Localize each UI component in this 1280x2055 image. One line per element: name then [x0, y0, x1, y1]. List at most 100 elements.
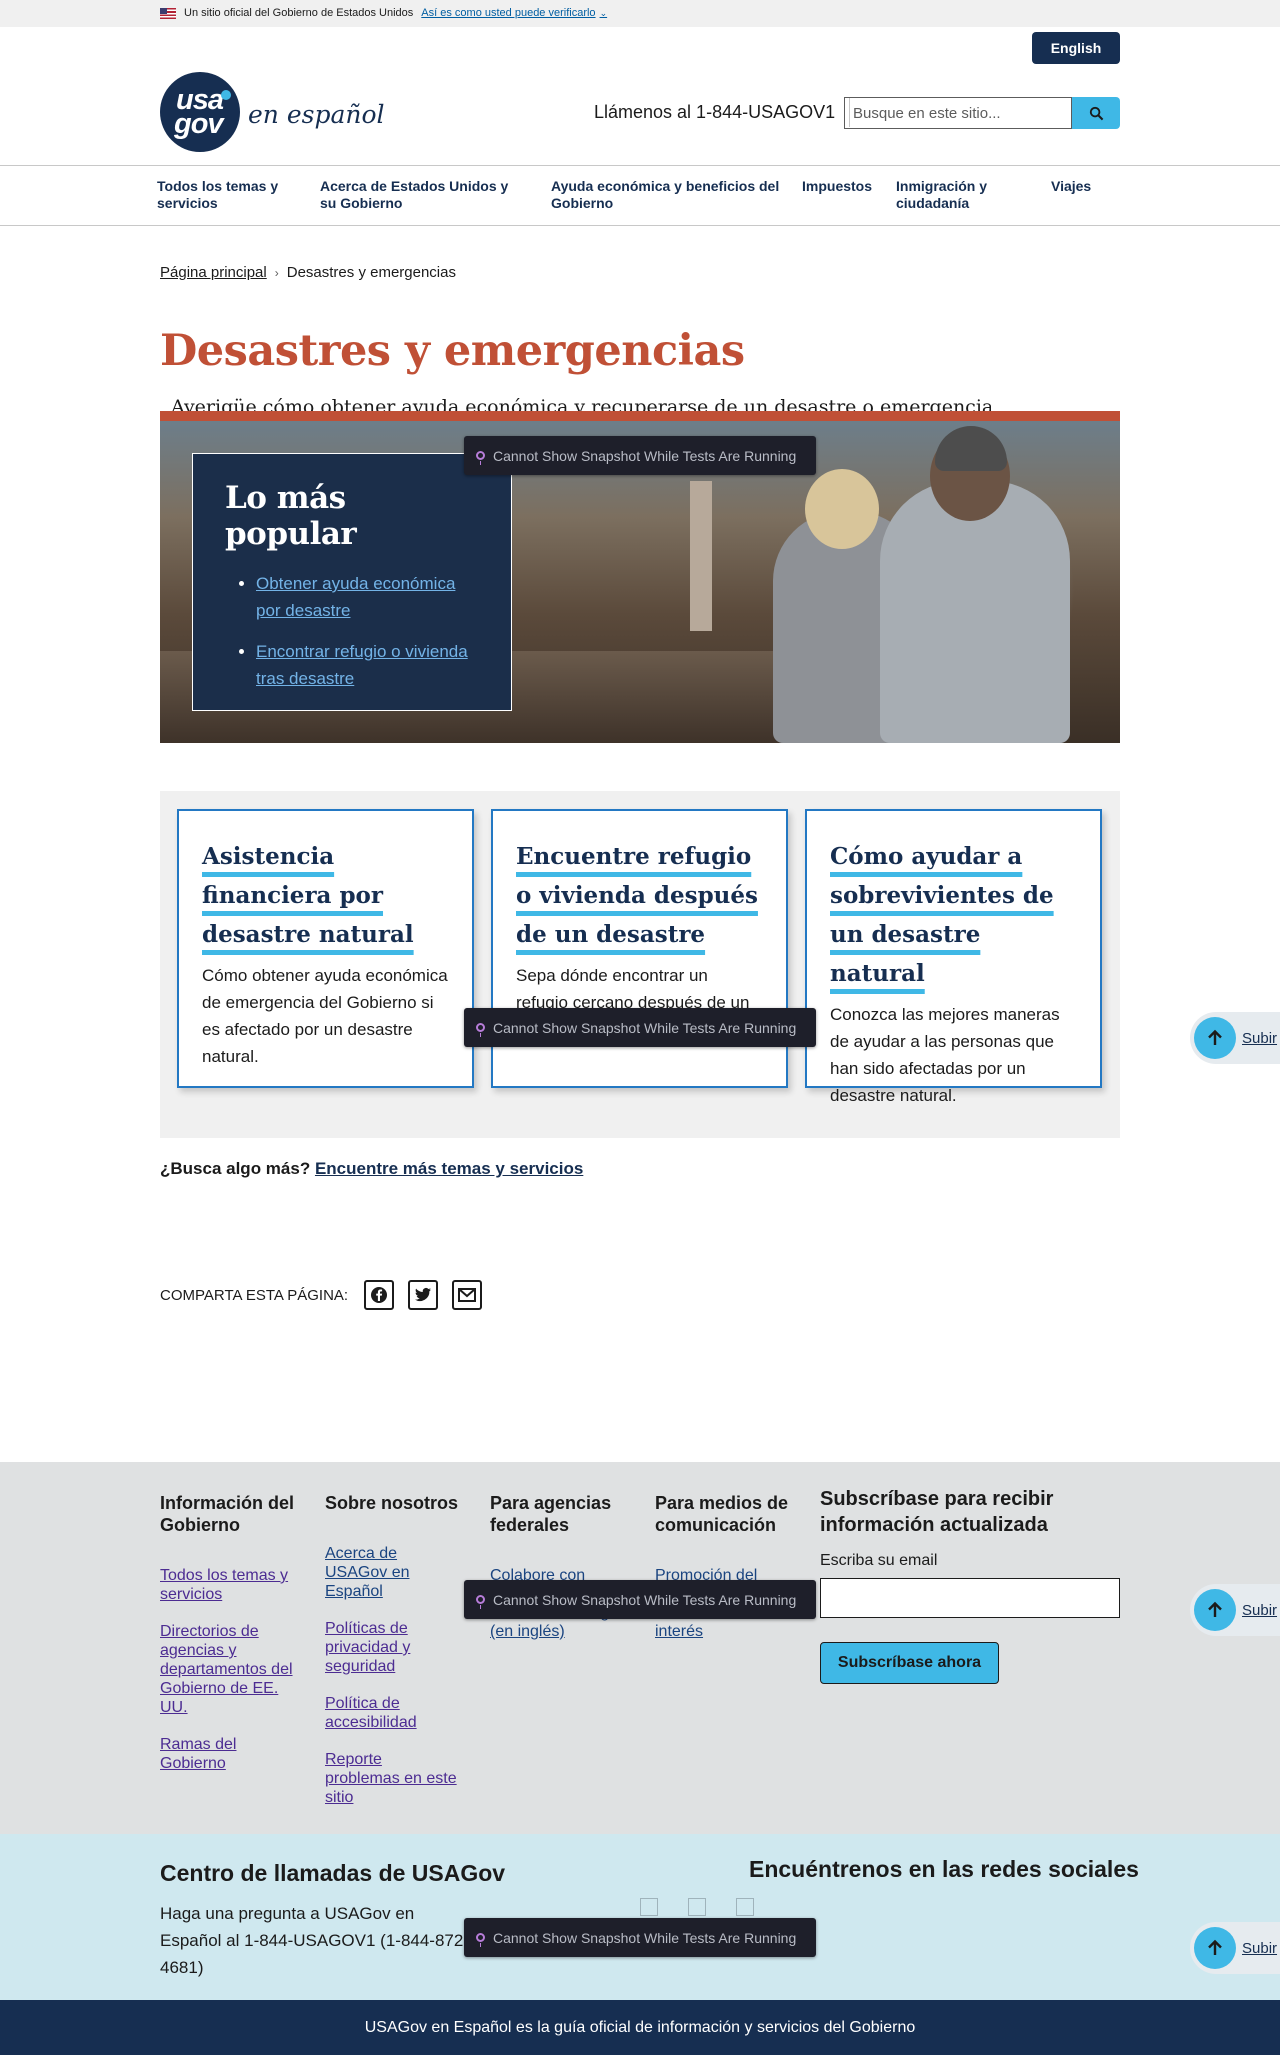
facebook-share-button[interactable]: [364, 1280, 395, 1310]
social-title: Encuéntrenos en las redes sociales: [749, 1856, 1139, 1882]
footer-link[interactable]: Ramas del Gobierno: [160, 1735, 295, 1773]
nav-item-taxes[interactable]: Impuestos: [802, 178, 892, 195]
back-to-top-button[interactable]: Subir: [1190, 1922, 1280, 1974]
twitter-icon[interactable]: [688, 1898, 706, 1916]
share-label: COMPARTA ESTA PÁGINA:: [160, 1286, 349, 1304]
email-share-button[interactable]: [452, 1280, 483, 1310]
breadcrumb-home-link[interactable]: Página principal: [160, 264, 267, 281]
twitter-share-button[interactable]: [408, 1280, 439, 1310]
call-center-section: Centro de llamadas de USAGov Haga una pr…: [0, 1834, 1280, 2000]
most-popular-box: Lo más popular Obtener ayuda económica p…: [192, 453, 512, 711]
footer-link[interactable]: Reporte problemas en este sitio: [325, 1750, 460, 1807]
pin-icon: [476, 1595, 485, 1609]
popular-link-shelter[interactable]: Encontrar refugio o vivienda tras desast…: [256, 642, 468, 688]
list-item: Encontrar refugio o vivienda tras desast…: [256, 638, 479, 692]
most-popular-title: Lo más popular: [225, 480, 357, 552]
pin-icon: [476, 1023, 485, 1037]
pin-icon: [476, 1933, 485, 1947]
footer-heading: Para medios de comunicación: [655, 1493, 789, 1535]
card-title[interactable]: Encuentre refugio o vivienda después de …: [516, 843, 758, 948]
breadcrumb-current: Desastres y emergencias: [286, 264, 456, 281]
arrow-up-icon: [1194, 1017, 1236, 1059]
accent-bar: [160, 411, 1120, 421]
footer-heading: Información del Gobierno: [160, 1493, 295, 1535]
call-center-title: Centro de llamadas de USAGov: [160, 1860, 506, 1886]
more-question: ¿Busca algo más?: [160, 1159, 311, 1178]
official-site-text: Un sitio oficial del Gobierno de Estados…: [184, 7, 414, 19]
usagov-logo[interactable]: usa gov en español: [160, 72, 385, 152]
back-to-top-button[interactable]: Subir: [1190, 1584, 1280, 1636]
footer-link[interactable]: Todos los temas y servicios: [160, 1566, 295, 1604]
site-header: English usa gov en español Llámenos al 1…: [0, 27, 1280, 166]
snapshot-toast: Cannot Show Snapshot While Tests Are Run…: [464, 1580, 816, 1619]
email-label: Escriba su email: [820, 1552, 938, 1569]
footer-link[interactable]: Acerca de USAGov en Español: [325, 1544, 460, 1601]
list-item: Obtener ayuda económica por desastre: [256, 570, 479, 624]
nav-item-immigration[interactable]: Inmigración y ciudadanía: [896, 178, 996, 212]
card-help-survivors[interactable]: Cómo ayudar a sobrevivientes de un desas…: [805, 809, 1102, 1105]
footer-heading: Sobre nosotros: [325, 1493, 459, 1513]
search-icon: [1089, 106, 1103, 120]
nav-item-about-us[interactable]: Acerca de Estados Unidos y su Gobierno: [320, 178, 525, 212]
more-topics: ¿Busca algo más? Encuentre más temas y s…: [160, 1159, 583, 1179]
card-description: Cómo obtener ayuda económica de emergenc…: [202, 966, 448, 1066]
subscribe-form: Subscríbase para recibir información act…: [820, 1486, 1120, 1684]
search-form: Busque en este sitio...: [844, 97, 1120, 129]
social-icons: [640, 1898, 754, 1916]
popular-link-financial-help[interactable]: Obtener ayuda económica por desastre: [256, 574, 455, 620]
snapshot-toast: Cannot Show Snapshot While Tests Are Run…: [464, 1918, 816, 1957]
footer-column-gov-info: Información del Gobierno Todos los temas…: [160, 1492, 295, 1791]
footer-heading: Para agencias federales: [490, 1493, 612, 1535]
page-intro: Averigüe cómo obtener ayuda económica y …: [171, 396, 991, 412]
twitter-icon: [415, 1287, 432, 1302]
footer-link[interactable]: Directorios de agencias y departamentos …: [160, 1622, 295, 1717]
verify-link[interactable]: Así es como usted puede verificarlo ⌄: [421, 7, 607, 19]
arrow-up-icon: [1194, 1589, 1236, 1631]
card-description: Conozca las mejores maneras de ayudar a …: [830, 1005, 1060, 1105]
us-flag-icon: [160, 7, 176, 19]
main-nav: Todos los temas y servicios Acerca de Es…: [0, 167, 1280, 226]
card-title[interactable]: Cómo ayudar a sobrevivientes de un desas…: [830, 843, 1054, 987]
nav-item-travel[interactable]: Viajes: [1051, 178, 1111, 195]
footer-column-about: Sobre nosotros Acerca de USAGov en Españ…: [325, 1492, 460, 1825]
search-input[interactable]: Busque en este sitio...: [844, 97, 1072, 129]
search-button[interactable]: [1072, 97, 1120, 129]
logo-badge: usa gov: [160, 72, 240, 152]
footer-column-media: Para medios de comunicación Promoción de…: [655, 1492, 790, 1659]
arrow-up-icon: [1194, 1927, 1236, 1969]
youtube-icon[interactable]: [736, 1898, 754, 1916]
card-financial-assistance[interactable]: Asistencia financiera por desastre natur…: [177, 809, 474, 1088]
footer-link[interactable]: Políticas de privacidad y seguridad: [325, 1619, 460, 1676]
pin-icon: [476, 451, 485, 465]
nav-item-financial-help[interactable]: Ayuda económica y beneficios del Gobiern…: [551, 178, 781, 212]
most-popular-list: Obtener ayuda económica por desastre Enc…: [215, 570, 479, 692]
nav-item-all-topics[interactable]: Todos los temas y servicios: [157, 178, 287, 212]
share-bar: COMPARTA ESTA PÁGINA:: [160, 1280, 483, 1310]
bottom-identifier: USAGov en Español es la guía oficial de …: [0, 2000, 1280, 2055]
footer-link[interactable]: Política de accesibilidad: [325, 1694, 460, 1732]
logo-text: en español: [248, 99, 385, 129]
email-icon: [458, 1288, 477, 1302]
more-topics-link[interactable]: Encuentre más temas y servicios: [315, 1159, 583, 1178]
snapshot-toast: Cannot Show Snapshot While Tests Are Run…: [464, 1008, 816, 1047]
breadcrumb: Página principal › Desastres y emergenci…: [160, 264, 456, 281]
site-footer: Información del Gobierno Todos los temas…: [0, 1462, 1280, 1834]
phone-number: Llámenos al 1-844-USAGOV1: [594, 97, 851, 127]
subscribe-heading: Subscríbase para recibir información act…: [820, 1488, 1054, 1536]
call-center-text: Haga una pregunta a USAGov en Español al…: [160, 1904, 469, 1977]
chevron-down-icon: ⌄: [599, 7, 608, 18]
footer-column-agencies: Para agencias federales Colabore con Lea…: [490, 1492, 625, 1659]
email-field[interactable]: [820, 1578, 1120, 1618]
facebook-icon[interactable]: [640, 1898, 658, 1916]
facebook-icon: [371, 1287, 388, 1303]
cards-section: Asistencia financiera por desastre natur…: [160, 791, 1120, 1138]
snapshot-toast: Cannot Show Snapshot While Tests Are Run…: [464, 436, 816, 475]
back-to-top-button[interactable]: Subir: [1190, 1012, 1280, 1064]
bottom-text: USAGov en Español es la guía oficial de …: [364, 2018, 916, 2036]
english-language-button[interactable]: English: [1032, 32, 1120, 64]
card-title[interactable]: Asistencia financiera por desastre natur…: [202, 843, 414, 948]
page-title: Desastres y emergencias: [160, 326, 745, 376]
chevron-right-icon: ›: [274, 265, 279, 280]
gov-banner: Un sitio oficial del Gobierno de Estados…: [0, 0, 1280, 27]
subscribe-button[interactable]: Subscríbase ahora: [820, 1642, 999, 1684]
